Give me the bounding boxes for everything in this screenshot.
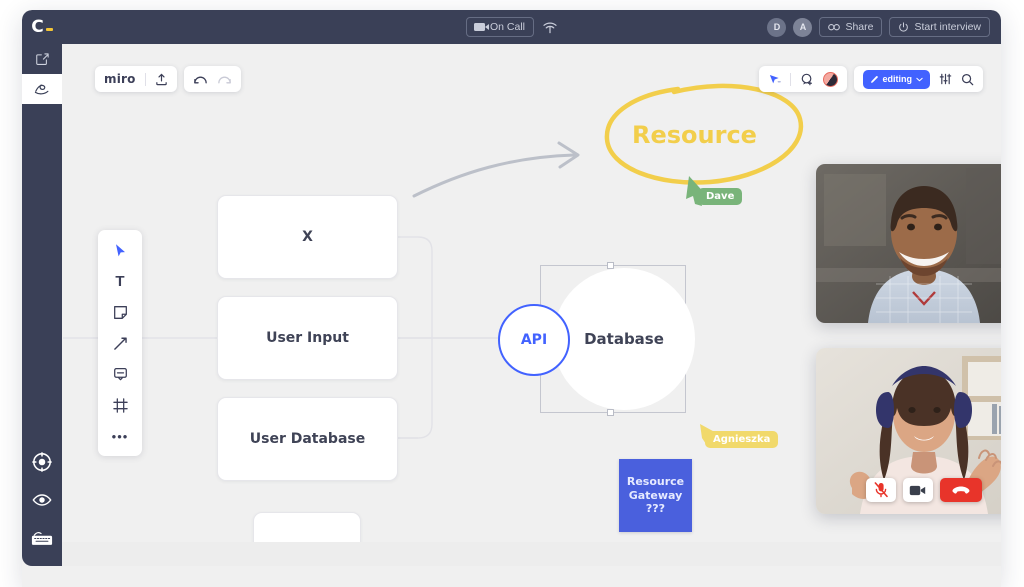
editing-label: editing <box>883 74 913 84</box>
share-button[interactable]: Share <box>819 17 882 37</box>
logo-dash-icon <box>46 28 53 31</box>
miro-logo: miro <box>104 72 136 86</box>
video-tile[interactable] <box>816 164 1001 323</box>
on-call-button[interactable]: On Call <box>466 17 534 37</box>
avatar[interactable]: D <box>767 18 786 37</box>
link-icon <box>828 23 840 32</box>
start-interview-button[interactable]: Start interview <box>889 17 990 37</box>
text-t-icon: T <box>115 273 124 290</box>
phone-hangup-icon <box>952 485 970 496</box>
wifi-signal-icon[interactable] <box>543 21 557 34</box>
app-logo[interactable]: C <box>22 10 62 44</box>
camera-button[interactable] <box>903 478 933 502</box>
video-tile[interactable] <box>816 348 1001 514</box>
sticky-note-tool[interactable] <box>107 302 133 322</box>
eye-icon <box>32 492 52 508</box>
collaborator-avatar[interactable] <box>823 72 838 87</box>
editing-mode-button[interactable]: editing <box>863 70 931 89</box>
miro-tool-palette: T <box>98 230 142 456</box>
start-interview-label: Start interview <box>914 21 981 33</box>
share-label: Share <box>845 21 873 33</box>
sidebar-item-edit-notes[interactable] <box>22 44 62 74</box>
video-camera-icon <box>909 485 926 496</box>
resource-annotation-text[interactable]: Resource <box>632 121 757 149</box>
board-node[interactable]: X <box>217 195 398 279</box>
database-shape[interactable]: Database <box>553 268 695 410</box>
keyboard-icon <box>31 531 53 546</box>
target-gear-icon <box>32 452 52 472</box>
mic-muted-icon <box>874 482 888 498</box>
chevron-down-icon <box>916 77 923 82</box>
magnifier-icon[interactable] <box>961 73 974 86</box>
logo-letter: C <box>31 19 43 36</box>
sidebar-item-whiteboard[interactable] <box>22 74 62 104</box>
rail-bottom-group <box>22 448 62 566</box>
sidebar-item-keyboard[interactable] <box>22 524 62 552</box>
screenshot-root: C On Call D A <box>0 0 1024 587</box>
sliders-icon[interactable] <box>939 73 952 85</box>
video-feed <box>816 164 1001 323</box>
pencil-square-icon <box>35 52 49 66</box>
frame-tool[interactable] <box>107 395 133 415</box>
miro-canvas[interactable]: X User Input User Database API Database … <box>62 44 1001 566</box>
left-rail <box>22 44 62 566</box>
video-call-controls <box>816 478 1001 502</box>
editing-group: editing <box>854 66 984 92</box>
sticky-note[interactable]: Resource Gateway ??? <box>619 459 692 532</box>
ellipsis-icon: ••• <box>112 429 129 444</box>
avatar[interactable]: A <box>793 18 812 37</box>
resize-handle-bottom[interactable] <box>607 409 614 416</box>
collaborator-cursor-label: Agnieszka <box>705 431 778 448</box>
top-bar: C On Call D A <box>22 10 1001 44</box>
video-camera-icon <box>474 23 485 31</box>
undo-arrow-icon[interactable] <box>193 74 208 85</box>
board-node[interactable]: User Database <box>217 397 398 481</box>
text-tool[interactable]: T <box>107 271 133 291</box>
miro-logo-group[interactable]: miro <box>95 66 177 92</box>
history-group <box>184 66 241 92</box>
api-shape[interactable]: API <box>498 304 570 376</box>
collaborator-cursor-label: Dave <box>698 188 742 205</box>
canvas-bottom-edge <box>62 542 1001 566</box>
collab-group <box>759 66 847 92</box>
more-tools[interactable]: ••• <box>107 426 133 446</box>
miro-top-right-toolbar: editing <box>759 66 984 92</box>
redo-arrow-icon[interactable] <box>217 74 232 85</box>
app-window: C On Call D A <box>22 10 1001 587</box>
sidebar-item-settings[interactable] <box>22 448 62 476</box>
divider <box>790 73 791 86</box>
board-node[interactable]: User Input <box>217 296 398 380</box>
comment-tool[interactable] <box>107 364 133 384</box>
top-bar-right: D A Share Start intervi <box>767 17 1001 37</box>
power-icon <box>898 22 909 33</box>
select-tool[interactable] <box>107 240 133 260</box>
mic-muted-button[interactable] <box>866 478 896 502</box>
sidebar-item-visibility[interactable] <box>22 486 62 514</box>
pen-tool[interactable] <box>107 333 133 353</box>
hang-up-button[interactable] <box>940 478 982 502</box>
divider <box>145 73 146 86</box>
upload-icon[interactable] <box>155 73 168 86</box>
comment-plus-icon[interactable] <box>800 73 814 86</box>
on-call-label: On Call <box>490 21 525 33</box>
cursor-flag-icon[interactable] <box>768 73 781 85</box>
pencil-icon <box>870 75 879 84</box>
miro-top-left-toolbar: miro <box>95 66 241 92</box>
squiggle-icon <box>34 82 50 96</box>
